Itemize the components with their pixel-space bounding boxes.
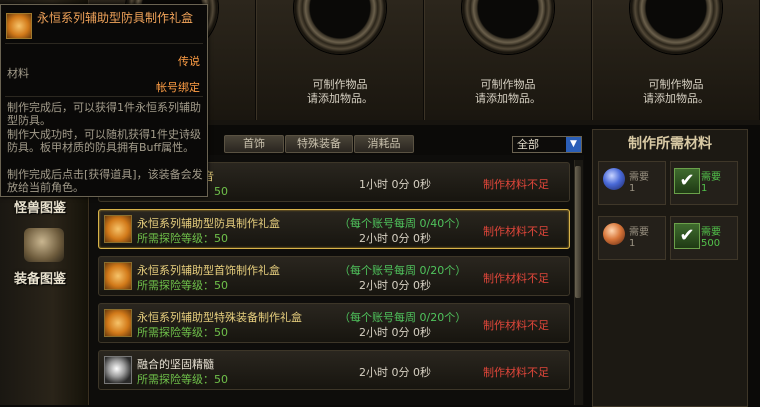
box-icon <box>104 262 132 290</box>
tooltip-desc: 制作完成后点击[获得道具]，该装备会发放给当前角色。 <box>7 168 203 194</box>
orange-orb-icon <box>603 223 625 245</box>
armor-icon[interactable] <box>24 228 64 262</box>
material-slot[interactable]: ✔ 需要 1 <box>670 161 738 205</box>
recipe-time: 1小时 0分 0秒 <box>359 178 431 191</box>
recipe-time: 2小时 0分 0秒 <box>359 366 431 379</box>
tooltip-title: 永恒系列辅助型防具制作礼盒 <box>37 11 194 25</box>
recipe-name: 永恒系列辅助型特殊装备制作礼盒 <box>137 311 302 324</box>
slot-ring-icon <box>630 0 722 54</box>
scrollbar-thumb[interactable] <box>575 166 581 298</box>
recipe-status: 制作材料不足 <box>483 178 549 191</box>
box-icon <box>104 215 132 243</box>
recipe-time: 2小时 0分 0秒 <box>359 279 431 292</box>
slot-ring-icon <box>294 0 386 54</box>
box-icon <box>104 309 132 337</box>
recipe-row[interactable]: 融合的坚固精髓 所需探险等级：50 2小时 0分 0秒 制作材料不足 <box>98 350 570 390</box>
material-slot[interactable]: 需要 1 <box>598 216 666 260</box>
recipe-name: 融合的坚固精髓 <box>137 358 214 371</box>
item-tooltip: 永恒系列辅助型防具制作礼盒 传说 材料 帐号绑定 制作完成后，可以获得1件永恒系… <box>0 4 208 197</box>
divider <box>5 96 203 97</box>
slot-title: 可制作物品 <box>312 78 368 91</box>
recipe-status: 制作材料不足 <box>483 225 549 238</box>
slot-hint: 请添加物品。 <box>307 92 373 105</box>
box-icon <box>6 13 32 39</box>
monster-codex-label[interactable]: 怪兽图鉴 <box>14 197 66 216</box>
materials-title: 制作所需材料 <box>628 136 712 152</box>
material-slot[interactable]: ✔ 需要 500 <box>670 216 738 260</box>
tab-special-equipment[interactable]: 特殊装备 <box>285 135 353 153</box>
recipe-row[interactable]: 永恒系列辅助型特殊装备制作礼盒 所需探险等级：50 （每个账号每周 0/20个）… <box>98 303 570 343</box>
check-icon: ✔ <box>674 168 700 194</box>
filter-value: 全部 <box>517 138 539 151</box>
craft-slot[interactable]: 可制作物品 请添加物品。 <box>424 0 592 120</box>
slot-hint: 请添加物品。 <box>475 92 541 105</box>
tooltip-desc: 制作大成功时，可以随机获得1件史诗级防具。板甲材质的防具拥有Buff属性。 <box>7 128 201 154</box>
blue-orb-icon <box>603 168 625 190</box>
craft-slot[interactable]: 可制作物品 请添加物品。 <box>256 0 424 120</box>
stone-icon <box>104 356 132 384</box>
tab-accessory[interactable]: 首饰 <box>224 135 284 153</box>
recipe-status: 制作材料不足 <box>483 272 549 285</box>
recipe-level: 所需探险等级：50 <box>137 373 228 386</box>
equipment-codex-label[interactable]: 装备图鉴 <box>14 268 66 287</box>
recipe-time: 2小时 0分 0秒 <box>359 326 431 339</box>
slot-title: 可制作物品 <box>648 78 704 91</box>
chevron-down-icon[interactable]: ▼ <box>566 137 581 152</box>
tooltip-desc: 制作完成后，可以获得1件永恒系列辅助型防具。 <box>7 101 201 127</box>
recipe-limit: （每个账号每周 0/20个） <box>339 264 467 277</box>
craft-slot[interactable]: 可制作物品 请添加物品。 <box>592 0 760 120</box>
recipe-level: 所需探险等级：50 <box>137 232 228 245</box>
recipe-status: 制作材料不足 <box>483 319 549 332</box>
recipe-name: 永恒系列辅助型首饰制作礼盒 <box>137 264 280 277</box>
recipe-status: 制作材料不足 <box>483 366 549 379</box>
recipe-row[interactable]: 永恒系列辅助型首饰制作礼盒 所需探险等级：50 （每个账号每周 0/20个） 2… <box>98 256 570 296</box>
filter-select[interactable]: 全部 ▼ <box>512 136 582 153</box>
slot-ring-icon <box>462 0 554 54</box>
recipe-name: 永恒系列辅助型防具制作礼盒 <box>137 217 280 230</box>
slot-title: 可制作物品 <box>480 78 536 91</box>
recipe-level: 所需探险等级：50 <box>137 326 228 339</box>
slot-hint: 请添加物品。 <box>643 92 709 105</box>
check-icon: ✔ <box>674 223 700 249</box>
recipe-row[interactable]: 永恒系列辅助型防具制作礼盒 所需探险等级：50 （每个账号每周 0/40个） 2… <box>98 209 570 249</box>
divider <box>5 43 203 44</box>
tooltip-bind: 帐号绑定 <box>156 81 200 94</box>
material-slot[interactable]: 需要 1 <box>598 161 666 205</box>
tab-consumable[interactable]: 消耗品 <box>354 135 414 153</box>
recipe-limit: （每个账号每周 0/20个） <box>339 311 467 324</box>
recipe-time: 2小时 0分 0秒 <box>359 232 431 245</box>
recipe-level: 所需探险等级：50 <box>137 279 228 292</box>
recipe-limit: （每个账号每周 0/40个） <box>339 217 467 230</box>
